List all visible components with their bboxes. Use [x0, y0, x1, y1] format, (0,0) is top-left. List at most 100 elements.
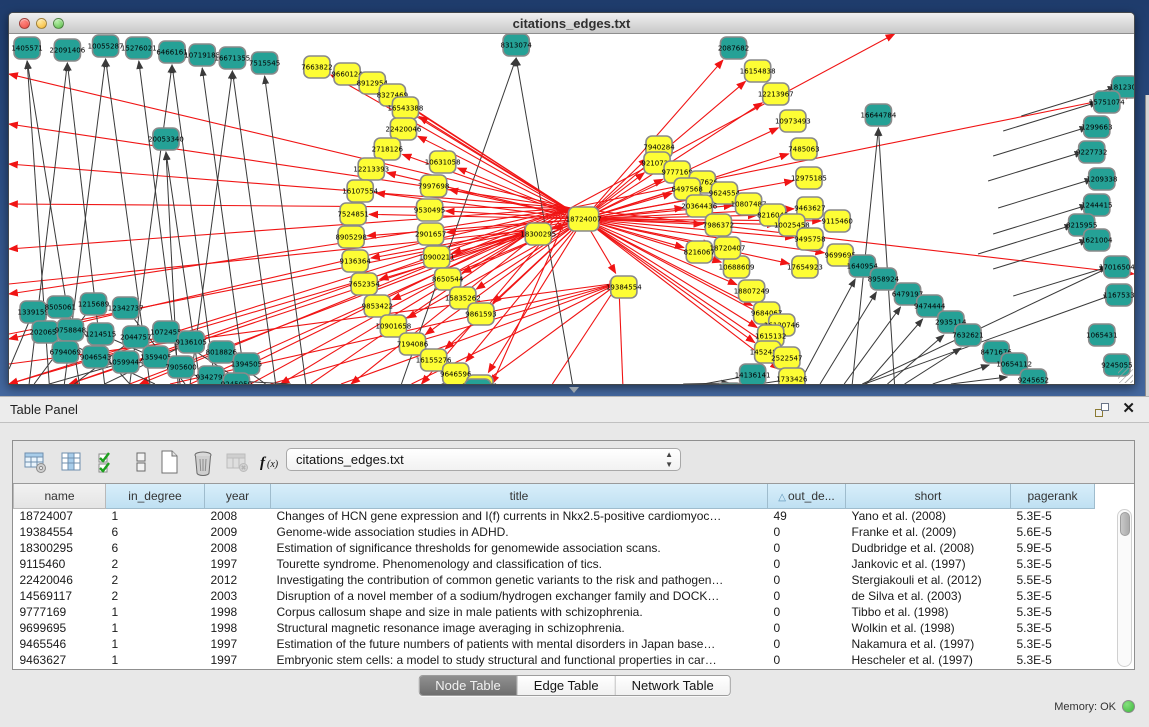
table-cell[interactable]: 5.3E-5 [1011, 620, 1095, 636]
graph-node[interactable]: 7663822 [301, 56, 332, 78]
table-cell[interactable]: Embryonic stem cells: a model to study s… [271, 652, 768, 668]
table-cell[interactable]: 0 [768, 540, 846, 556]
graph-node[interactable]: 9853422 [362, 295, 393, 317]
table-cell[interactable]: 19384554 [14, 524, 106, 540]
graph-node[interactable]: 16644784 [860, 104, 896, 126]
graph-node[interactable]: 12975185 [791, 167, 827, 189]
table-cell[interactable]: 1 [106, 508, 205, 524]
graph-node[interactable]: 10599444 [108, 351, 144, 373]
table-cell[interactable]: 1997 [205, 652, 271, 668]
citation-edge-red[interactable] [552, 283, 618, 384]
float-window-icon[interactable] [1095, 403, 1109, 417]
table-cell[interactable]: 5.3E-5 [1011, 508, 1095, 524]
table-cell[interactable]: 6 [106, 540, 205, 556]
graph-node[interactable]: 9495758 [794, 228, 825, 250]
citation-edge-black[interactable] [864, 295, 1112, 384]
minimize-window-button[interactable] [36, 18, 47, 29]
graph-node[interactable]: 7524851 [337, 203, 368, 225]
tab-network-table[interactable]: Network Table [616, 676, 730, 695]
graph-node[interactable]: 16671355 [214, 47, 250, 69]
delete-column-icon[interactable] [189, 447, 217, 477]
graph-node[interactable]: 8905298 [335, 226, 366, 248]
graph-node[interactable]: 10900211 [419, 246, 455, 268]
table-cell[interactable]: 0 [768, 572, 846, 588]
graph-node[interactable]: 9115460 [821, 210, 852, 232]
close-icon[interactable]: ✕ [1122, 401, 1135, 417]
table-cell[interactable]: 9463627 [14, 652, 106, 668]
table-cell[interactable]: Nakamura et al. (1997) [846, 636, 1011, 652]
table-row[interactable]: 1456911722003Disruption of a novel membe… [14, 588, 1095, 604]
table-scrollbar[interactable] [1117, 509, 1132, 667]
graph-node[interactable]: 9136105 [175, 331, 206, 353]
row-height-icon[interactable] [127, 447, 155, 477]
table-cell[interactable]: Estimation of significance thresholds fo… [271, 540, 768, 556]
table-cell[interactable]: 5.3E-5 [1011, 604, 1095, 620]
zoom-window-button[interactable] [53, 18, 64, 29]
table-cell[interactable]: Genome-wide association studies in ADHD. [271, 524, 768, 540]
table-select-dropdown[interactable]: citations_edges.txt ▲▼ [286, 448, 681, 471]
citation-edge-black[interactable] [998, 179, 1093, 208]
citation-edge-black[interactable] [799, 279, 855, 384]
function-builder-icon[interactable]: f(x) [257, 447, 285, 477]
graph-node[interactable]: 9472905 [462, 379, 493, 384]
graph-node[interactable]: 9530495 [414, 199, 445, 221]
graph-node[interactable]: 1244415 [1081, 194, 1112, 216]
table-cell[interactable]: 0 [768, 524, 846, 540]
table-cell[interactable]: Estimation of the future numbers of pati… [271, 636, 768, 652]
graph-node[interactable]: 1394505 [231, 353, 262, 375]
table-cell[interactable]: Changes of HCN gene expression and I(f) … [271, 508, 768, 524]
graph-node[interactable]: 15276021 [121, 37, 157, 59]
graph-node[interactable]: 1215689 [78, 293, 109, 315]
graph-node[interactable]: 7515545 [249, 52, 280, 74]
table-cell[interactable]: 5.3E-5 [1011, 588, 1095, 604]
table-row[interactable]: 911546021997Tourette syndrome. Phenomeno… [14, 556, 1095, 572]
table-cell[interactable]: Dudbridge et al. (2008) [846, 540, 1011, 556]
graph-node[interactable]: 18300295 [520, 223, 556, 245]
graph-node[interactable]: 16107554 [342, 180, 378, 202]
graph-node[interactable]: 17654923 [787, 256, 823, 278]
graph-node[interactable]: 2087682 [718, 37, 749, 59]
memory-status-indicator[interactable] [1122, 700, 1135, 713]
citation-edge-black[interactable] [820, 292, 876, 384]
table-cell[interactable]: 1 [106, 636, 205, 652]
select-columns-icon[interactable] [93, 447, 121, 477]
table-cell[interactable]: 2003 [205, 588, 271, 604]
tab-edge-table[interactable]: Edge Table [518, 676, 616, 695]
table-cell[interactable]: Stergiakouli et al. (2012) [846, 572, 1011, 588]
citation-edge-black[interactable] [933, 365, 989, 384]
column-header-year[interactable]: year [205, 484, 271, 508]
column-header-out_de[interactable]: △out_de... [768, 484, 846, 508]
table-cell[interactable]: Tourette syndrome. Phenomenology and cla… [271, 556, 768, 572]
table-mode-icon[interactable] [21, 447, 49, 477]
table-cell[interactable]: 18724007 [14, 508, 106, 524]
table-cell[interactable]: 1 [106, 604, 205, 620]
column-header-title[interactable]: title [271, 484, 768, 508]
graph-node[interactable]: 15751074 [1089, 91, 1125, 113]
network-window[interactable]: citations_edges.txt 18724007140557122091… [8, 12, 1135, 385]
table-cell[interactable]: 5.5E-5 [1011, 572, 1095, 588]
table-cell[interactable]: 5.3E-5 [1011, 556, 1095, 572]
graph-node[interactable]: 1405571 [11, 37, 42, 59]
citation-edge-red[interactable] [9, 74, 570, 208]
table-scrollbar-thumb[interactable] [1120, 512, 1130, 536]
table-cell[interactable]: 9465546 [14, 636, 106, 652]
graph-node[interactable]: 1733426 [776, 368, 808, 384]
graph-node[interactable]: 1209338 [1086, 168, 1117, 190]
table-cell[interactable]: 5.9E-5 [1011, 540, 1095, 556]
table-cell[interactable]: 14569117 [14, 588, 106, 604]
graph-node[interactable]: 7905600 [165, 356, 196, 378]
graph-node[interactable]: 9245050 [221, 373, 252, 384]
graph-node[interactable]: 12342737 [108, 297, 144, 319]
graph-node[interactable]: 2044757 [120, 326, 151, 348]
table-cell[interactable]: 2 [106, 556, 205, 572]
citation-edge-black[interactable] [878, 128, 894, 384]
graph-node[interactable]: 22420046 [386, 118, 422, 140]
table-cell[interactable]: 2009 [205, 524, 271, 540]
citation-edge-black[interactable] [978, 225, 1073, 254]
delete-table-icon[interactable] [223, 447, 251, 477]
table-cell[interactable]: Wolkin et al. (1998) [846, 620, 1011, 636]
column-header-name[interactable]: name [14, 484, 106, 508]
graph-node[interactable]: 18720407 [710, 237, 746, 259]
table-cell[interactable]: 2012 [205, 572, 271, 588]
graph-node[interactable]: 19384554 [606, 276, 642, 298]
